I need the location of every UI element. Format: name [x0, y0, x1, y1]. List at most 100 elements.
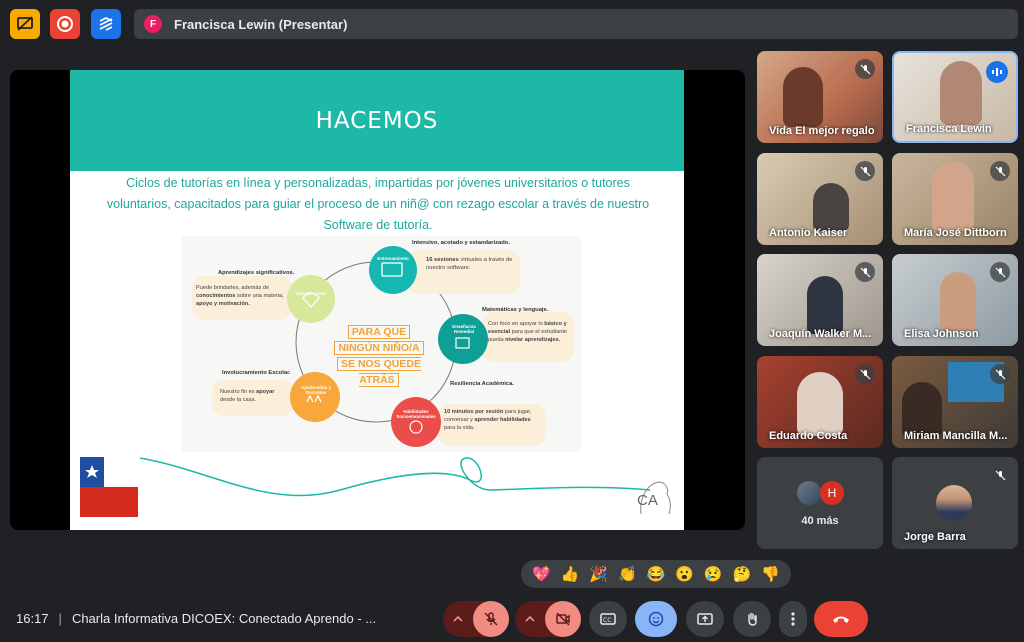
reaction-thumbs-down-icon[interactable]: 👎	[761, 565, 780, 583]
participant-tile[interactable]: Vida El mejor regalo	[757, 51, 883, 143]
node-body-bold: 10 minutos por sesión	[444, 409, 504, 415]
divider: |	[58, 611, 62, 626]
mic-off-button[interactable]	[473, 601, 509, 637]
node-body-bold: conocimientos	[196, 293, 236, 299]
mic-off-icon	[990, 262, 1010, 282]
speaking-indicator-icon	[986, 61, 1008, 83]
presenter-avatar: F	[144, 15, 162, 33]
node-body-text: Nuestro fin es	[220, 389, 257, 395]
government-logo	[80, 457, 138, 517]
participant-tile[interactable]: Francisca Lewin	[892, 51, 1018, 143]
slide-text: Ciclos de tutorías en línea y personaliz…	[106, 176, 650, 232]
camera-control-group	[515, 601, 581, 637]
node-heading: Resiliencia Académica.	[450, 381, 514, 387]
video-feed	[783, 67, 823, 127]
slogan-line: NINGÚN NIÑO/A	[334, 341, 424, 355]
present-screen-button[interactable]	[686, 601, 724, 637]
node-body: Puede brindarles, además de conocimiento…	[196, 284, 288, 308]
node-body-bold: nivelar aprendizajes.	[505, 337, 561, 343]
node-heading: Intensivo, acotado y estandarizado.	[412, 240, 510, 246]
mic-options-chevron-icon[interactable]	[443, 615, 473, 623]
node-body: 16 sesiones virtuales a través de nuestr…	[426, 256, 514, 272]
participant-name: Antonio Kaiser	[769, 227, 848, 239]
node-body: Con foco en apoyar lo básico y esencial …	[488, 320, 572, 344]
ca-logo-text: CA	[637, 492, 658, 509]
reaction-clap-icon[interactable]: 👏	[618, 565, 637, 583]
avatar	[797, 481, 821, 505]
recording-icon[interactable]	[50, 9, 80, 39]
node-title: Vínculo - Tutor	[295, 291, 327, 296]
mic-off-icon	[855, 364, 875, 384]
more-options-button[interactable]	[779, 601, 807, 637]
node-body-bold: aprender habilidades	[474, 417, 531, 423]
participant-tile[interactable]: Elisa Johnson	[892, 254, 1018, 346]
emoji-reactions-button[interactable]	[635, 601, 677, 637]
reaction-thinking-icon[interactable]: 🤔	[733, 565, 752, 583]
cast-off-icon[interactable]	[10, 9, 40, 39]
more-participants-tile[interactable]: H 40 más	[757, 457, 883, 549]
participant-name: Jorge Barra	[904, 531, 966, 543]
meeting-time: 16:17	[16, 611, 49, 626]
participant-tile[interactable]: Antonio Kaiser	[757, 153, 883, 245]
camera-options-chevron-icon[interactable]	[515, 615, 545, 623]
activities-icon[interactable]	[91, 9, 121, 39]
node-body-text: sobre una materia,	[235, 293, 284, 299]
infographic: PARA QUE NINGÚN NIÑO/A SE NOS QUEDE ATRÁ…	[182, 236, 581, 452]
presentation-stage[interactable]: HACEMOS Ciclos de tutorías en línea y pe…	[10, 70, 745, 530]
participant-name: Elisa Johnson	[904, 328, 979, 340]
node-title: Entrenamiento	[377, 256, 409, 261]
reaction-surprised-icon[interactable]: 😮	[675, 565, 694, 583]
video-feed	[940, 61, 982, 125]
node-heading: Aprendizajes significativos.	[218, 270, 295, 276]
participant-name: Miriam Mancilla M...	[904, 430, 1008, 442]
participant-count: 40 más	[801, 515, 839, 527]
participant-tile[interactable]: Joaquín Walker M...	[757, 254, 883, 346]
presenter-banner[interactable]: F Francisca Lewin (Presentar)	[134, 9, 1018, 39]
node-heading: Matemáticas y lenguaje.	[482, 307, 549, 313]
node-body-text: para la vida.	[444, 425, 475, 431]
mic-off-icon	[855, 262, 875, 282]
node-body-text: Puede brindarles, además de	[196, 285, 270, 291]
end-call-button[interactable]	[814, 601, 868, 637]
video-feed	[807, 276, 843, 334]
mic-off-icon	[855, 161, 875, 181]
node-title: Habilidades Socioemocionales	[396, 409, 436, 419]
participant-name: Eduardo Costa	[769, 430, 848, 442]
slogan-line: PARA QUE	[347, 325, 411, 339]
mic-off-icon	[855, 59, 875, 79]
decorative-wave	[139, 457, 651, 497]
participant-tile[interactable]: Jorge Barra	[892, 457, 1018, 549]
participant-tile[interactable]: Eduardo Costa	[757, 356, 883, 448]
video-feed	[797, 372, 843, 436]
node-body: 10 minutos por sesión para jugar, conver…	[444, 408, 542, 432]
mic-off-icon	[990, 161, 1010, 181]
avatar	[936, 485, 972, 521]
participant-name: María José Dittborn	[904, 227, 1007, 239]
participant-tile[interactable]: María José Dittborn	[892, 153, 1018, 245]
node-body-text: desde la casa.	[220, 397, 257, 403]
slide-header: HACEMOS	[70, 70, 684, 171]
presenter-label: Francisca Lewin (Presentar)	[174, 16, 348, 32]
raise-hand-button[interactable]	[733, 601, 771, 637]
mic-off-icon	[990, 465, 1010, 485]
video-feed	[940, 272, 976, 332]
reactions-bar: 💖 👍 🎉 👏 😂 😮 😢 🤔 👎	[521, 560, 791, 588]
avatar: H	[820, 481, 844, 505]
reaction-thumbs-up-icon[interactable]: 👍	[561, 565, 580, 583]
reaction-laugh-icon[interactable]: 😂	[647, 565, 666, 583]
slogan: PARA QUE NINGÚN NIÑO/A SE NOS QUEDE ATRÁ…	[324, 324, 434, 388]
video-feed	[932, 161, 974, 231]
participant-name: Vida El mejor regalo	[769, 125, 875, 137]
node-title: Apoderados y Docentes	[300, 385, 331, 395]
reaction-sad-icon[interactable]: 😢	[704, 565, 723, 583]
reaction-heart-icon[interactable]: 💖	[532, 565, 551, 583]
mic-control-group	[443, 601, 509, 637]
reaction-party-icon[interactable]: 🎉	[589, 565, 608, 583]
node-body-text: Con foco en apoyar lo	[488, 321, 545, 327]
captions-button[interactable]: CC	[589, 601, 627, 637]
ca-logo: CA	[633, 474, 677, 518]
meeting-title: Charla Informativa DICOEX: Conectado Apr…	[71, 611, 377, 626]
camera-off-button[interactable]	[545, 601, 581, 637]
participant-tile[interactable]: Miriam Mancilla M...	[892, 356, 1018, 448]
slogan-line: SE NOS QUEDE ATRÁS	[337, 357, 421, 387]
